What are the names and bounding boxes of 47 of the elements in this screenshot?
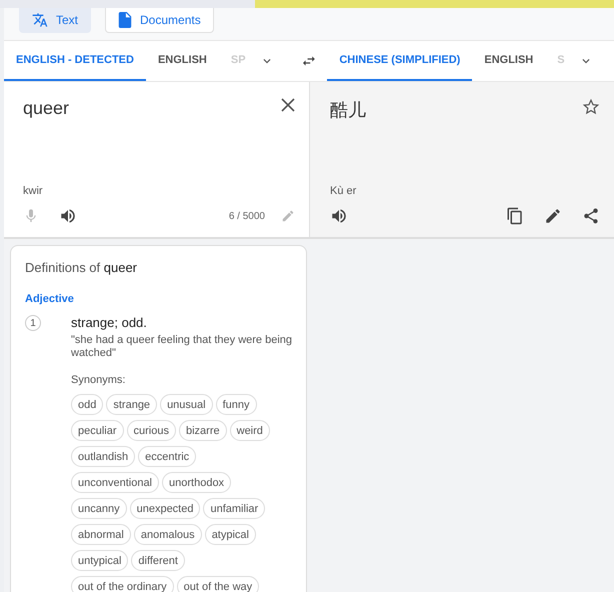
- mode-button[interactable]: Documents: [105, 8, 214, 33]
- language-tab[interactable]: ENGLISH: [472, 41, 546, 81]
- synonym-chip[interactable]: unorthodox: [162, 472, 232, 493]
- synonym-chip[interactable]: unusual: [160, 394, 213, 415]
- synonym-chip[interactable]: strange: [106, 394, 158, 415]
- mode-button[interactable]: Text: [19, 8, 92, 33]
- translated-text: 酷儿: [330, 99, 366, 122]
- share-icon[interactable]: [582, 207, 600, 225]
- synonym-chip[interactable]: out of the ordinary: [71, 576, 174, 592]
- synonym-chip[interactable]: outlandish: [71, 446, 136, 467]
- document-icon: [118, 12, 132, 28]
- synonym-chip[interactable]: unconventional: [71, 472, 160, 493]
- part-of-speech: Adjective: [25, 293, 75, 305]
- language-tab[interactable]: ENGLISH - DETECTED: [4, 41, 146, 81]
- synonym-chip[interactable]: out of the way: [176, 576, 260, 592]
- translate-icon: [32, 12, 48, 28]
- transliteration: Kù er: [330, 185, 358, 197]
- transliteration: kwir: [23, 185, 44, 197]
- close-icon[interactable]: [281, 98, 295, 112]
- synonym-chip[interactable]: weird: [230, 420, 270, 441]
- sense-number: 1: [25, 315, 41, 331]
- synonym-chip[interactable]: curious: [126, 420, 176, 441]
- star-icon[interactable]: [582, 98, 600, 116]
- speaker-icon[interactable]: [59, 207, 77, 225]
- synonym-chip[interactable]: eccentric: [138, 446, 196, 467]
- copy-icon[interactable]: [506, 207, 524, 225]
- synonym-chip[interactable]: bizarre: [179, 420, 227, 441]
- source-text[interactable]: queer: [23, 98, 70, 119]
- pencil-icon[interactable]: [544, 207, 562, 225]
- character-counter: 6 / 5000: [228, 210, 265, 222]
- synonym-chip[interactable]: untypical: [71, 550, 128, 571]
- synonyms-label: Synonyms:: [71, 374, 126, 386]
- definition-text: strange; odd.: [71, 315, 148, 330]
- synonym-chip[interactable]: unfamiliar: [203, 498, 266, 519]
- synonym-chip[interactable]: peculiar: [71, 420, 124, 441]
- definitions-title: Definitions of queer: [25, 260, 138, 275]
- synonym-chip[interactable]: funny: [216, 394, 257, 415]
- synonym-chip[interactable]: uncanny: [71, 498, 127, 519]
- synonym-chip[interactable]: anomalous: [134, 524, 202, 545]
- synonym-chip[interactable]: odd: [71, 394, 104, 415]
- synonym-chip[interactable]: unexpected: [130, 498, 200, 519]
- language-tab[interactable]: ENGLISH: [146, 41, 219, 81]
- synonym-chip[interactable]: atypical: [204, 524, 256, 545]
- synonym-chip[interactable]: abnormal: [71, 524, 131, 545]
- synonym-chip[interactable]: different: [131, 550, 185, 571]
- speaker-icon[interactable]: [330, 207, 348, 225]
- example-sentence: "she had a queer feeling that they were being watched": [71, 334, 294, 360]
